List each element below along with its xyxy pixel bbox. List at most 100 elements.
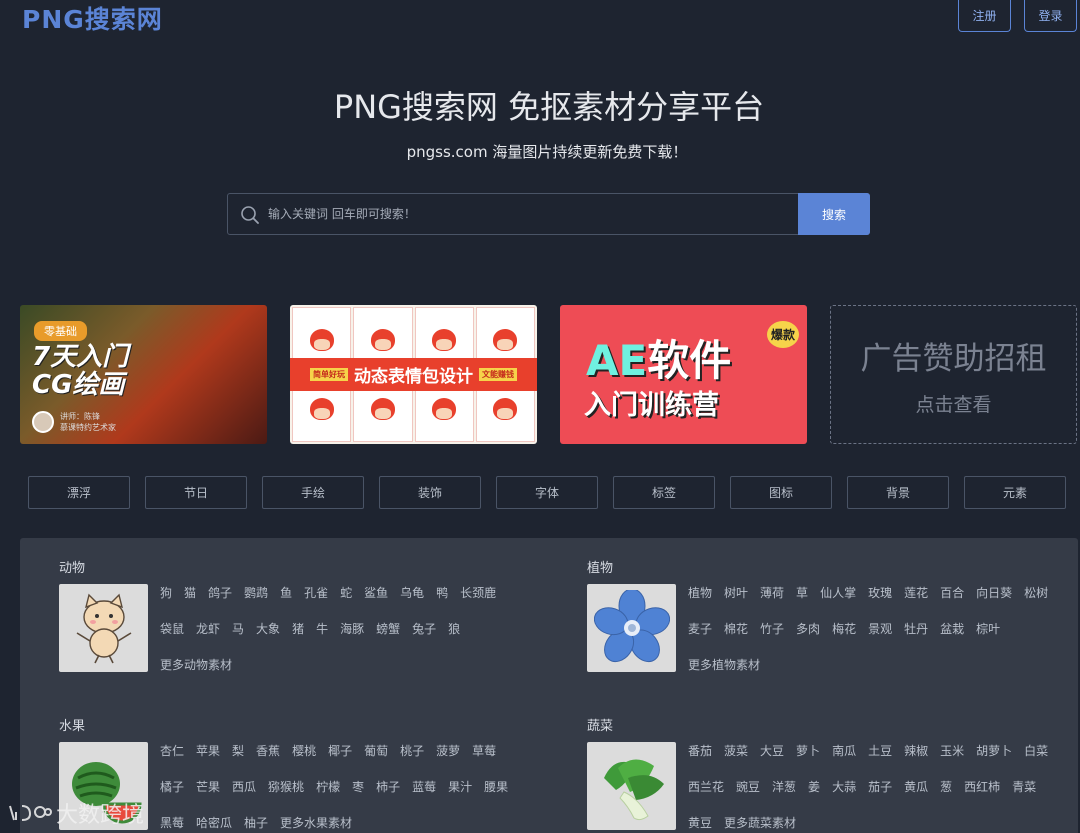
category-link[interactable]: 大豆 bbox=[760, 733, 784, 769]
category-link[interactable]: 乌龟 bbox=[400, 575, 424, 611]
category-link[interactable]: 鹦鹉 bbox=[244, 575, 268, 611]
category-link[interactable]: 洋葱 bbox=[772, 769, 796, 805]
category-link[interactable]: 猕猴桃 bbox=[268, 769, 304, 805]
category-link[interactable]: 白菜 bbox=[1024, 733, 1048, 769]
category-link[interactable]: 菠萝 bbox=[436, 733, 460, 769]
category-link[interactable]: 哈密瓜 bbox=[196, 805, 232, 833]
category-link[interactable]: 苹果 bbox=[196, 733, 220, 769]
category-link[interactable]: 柚子 bbox=[244, 805, 268, 833]
tag-button[interactable]: 字体 bbox=[496, 476, 598, 509]
category-link[interactable]: 腰果 bbox=[484, 769, 508, 805]
tag-button[interactable]: 节日 bbox=[145, 476, 247, 509]
category-link[interactable]: 豌豆 bbox=[736, 769, 760, 805]
login-button[interactable]: 登录 bbox=[1024, 0, 1077, 32]
category-link[interactable]: 梅花 bbox=[832, 611, 856, 647]
category-link[interactable]: 鸽子 bbox=[208, 575, 232, 611]
category-link[interactable]: 玫瑰 bbox=[868, 575, 892, 611]
category-link[interactable]: 玉米 bbox=[940, 733, 964, 769]
category-link[interactable]: 鲨鱼 bbox=[364, 575, 388, 611]
category-link[interactable]: 葡萄 bbox=[364, 733, 388, 769]
category-link[interactable]: 蓝莓 bbox=[412, 769, 436, 805]
category-link[interactable]: 枣 bbox=[352, 769, 364, 805]
banner-emoji-design[interactable]: 简单好玩 动态表情包设计 文能赚钱 bbox=[290, 305, 537, 444]
category-link[interactable]: 梨 bbox=[232, 733, 244, 769]
banner-ad-slot[interactable]: 广告赞助招租 点击查看 bbox=[830, 305, 1077, 444]
site-logo[interactable]: PNG搜索网 bbox=[22, 0, 163, 36]
category-link[interactable]: 向日葵 bbox=[976, 575, 1012, 611]
category-link[interactable]: 草莓 bbox=[472, 733, 496, 769]
category-link[interactable]: 茄子 bbox=[868, 769, 892, 805]
category-link[interactable]: 袋鼠 bbox=[160, 611, 184, 647]
category-link[interactable]: 西红柿 bbox=[964, 769, 1000, 805]
category-title[interactable]: 水果 bbox=[59, 715, 530, 734]
category-title[interactable]: 植物 bbox=[587, 557, 1058, 576]
category-link[interactable]: 更多动物素材 bbox=[160, 647, 232, 683]
category-link[interactable]: 椰子 bbox=[328, 733, 352, 769]
tag-button[interactable]: 图标 bbox=[730, 476, 832, 509]
category-link[interactable]: 西兰花 bbox=[688, 769, 724, 805]
category-link[interactable]: 鸭 bbox=[436, 575, 448, 611]
search-button[interactable]: 搜索 bbox=[798, 193, 870, 235]
tag-button[interactable]: 手绘 bbox=[262, 476, 364, 509]
category-link[interactable]: 樱桃 bbox=[292, 733, 316, 769]
category-link[interactable]: 莲花 bbox=[904, 575, 928, 611]
category-link[interactable]: 香蕉 bbox=[256, 733, 280, 769]
category-link[interactable]: 百合 bbox=[940, 575, 964, 611]
category-link[interactable]: 仙人掌 bbox=[820, 575, 856, 611]
category-link[interactable]: 猪 bbox=[292, 611, 304, 647]
category-link[interactable]: 果汁 bbox=[448, 769, 472, 805]
category-link[interactable]: 多肉 bbox=[796, 611, 820, 647]
tag-button[interactable]: 元素 bbox=[964, 476, 1066, 509]
category-link[interactable]: 长颈鹿 bbox=[460, 575, 496, 611]
category-link[interactable]: 兔子 bbox=[412, 611, 436, 647]
category-link[interactable]: 牛 bbox=[316, 611, 328, 647]
category-link[interactable]: 柿子 bbox=[376, 769, 400, 805]
category-link[interactable]: 杏仁 bbox=[160, 733, 184, 769]
category-link[interactable]: 狼 bbox=[448, 611, 460, 647]
category-link[interactable]: 狗 bbox=[160, 575, 172, 611]
tag-button[interactable]: 漂浮 bbox=[28, 476, 130, 509]
category-link[interactable]: 龙虾 bbox=[196, 611, 220, 647]
category-link[interactable]: 盆栽 bbox=[940, 611, 964, 647]
category-link[interactable]: 薄荷 bbox=[760, 575, 784, 611]
category-link[interactable]: 景观 bbox=[868, 611, 892, 647]
category-link[interactable]: 南瓜 bbox=[832, 733, 856, 769]
category-link[interactable]: 西瓜 bbox=[232, 769, 256, 805]
category-link[interactable]: 海豚 bbox=[340, 611, 364, 647]
category-link[interactable]: 黄豆 bbox=[688, 805, 712, 833]
category-link[interactable]: 麦子 bbox=[688, 611, 712, 647]
category-link[interactable]: 大象 bbox=[256, 611, 280, 647]
category-link[interactable]: 蛇 bbox=[340, 575, 352, 611]
category-link[interactable]: 姜 bbox=[808, 769, 820, 805]
cat-thumbnail[interactable] bbox=[59, 584, 148, 672]
category-link[interactable]: 葱 bbox=[940, 769, 952, 805]
category-link[interactable]: 芒果 bbox=[196, 769, 220, 805]
category-link[interactable]: 黑莓 bbox=[160, 805, 184, 833]
category-link[interactable]: 草 bbox=[796, 575, 808, 611]
category-link[interactable]: 菠菜 bbox=[724, 733, 748, 769]
category-link[interactable]: 辣椒 bbox=[904, 733, 928, 769]
category-link[interactable]: 柠檬 bbox=[316, 769, 340, 805]
category-link[interactable]: 孔雀 bbox=[304, 575, 328, 611]
category-link[interactable]: 土豆 bbox=[868, 733, 892, 769]
search-input[interactable] bbox=[268, 194, 798, 234]
category-title[interactable]: 蔬菜 bbox=[587, 715, 1058, 734]
category-link[interactable]: 棉花 bbox=[724, 611, 748, 647]
category-link[interactable]: 橘子 bbox=[160, 769, 184, 805]
tag-button[interactable]: 装饰 bbox=[379, 476, 481, 509]
category-link[interactable]: 胡萝卜 bbox=[976, 733, 1012, 769]
category-link[interactable]: 树叶 bbox=[724, 575, 748, 611]
category-link[interactable]: 牡丹 bbox=[904, 611, 928, 647]
category-link[interactable]: 鱼 bbox=[280, 575, 292, 611]
category-link[interactable]: 植物 bbox=[688, 575, 712, 611]
tag-button[interactable]: 标签 bbox=[613, 476, 715, 509]
category-link[interactable]: 桃子 bbox=[400, 733, 424, 769]
category-link[interactable]: 棕叶 bbox=[976, 611, 1000, 647]
category-link[interactable]: 更多植物素材 bbox=[688, 647, 760, 683]
category-link[interactable]: 萝卜 bbox=[796, 733, 820, 769]
category-link[interactable]: 螃蟹 bbox=[376, 611, 400, 647]
category-link[interactable]: 番茄 bbox=[688, 733, 712, 769]
category-link[interactable]: 松树 bbox=[1024, 575, 1048, 611]
tag-button[interactable]: 背景 bbox=[847, 476, 949, 509]
category-title[interactable]: 动物 bbox=[59, 557, 530, 576]
